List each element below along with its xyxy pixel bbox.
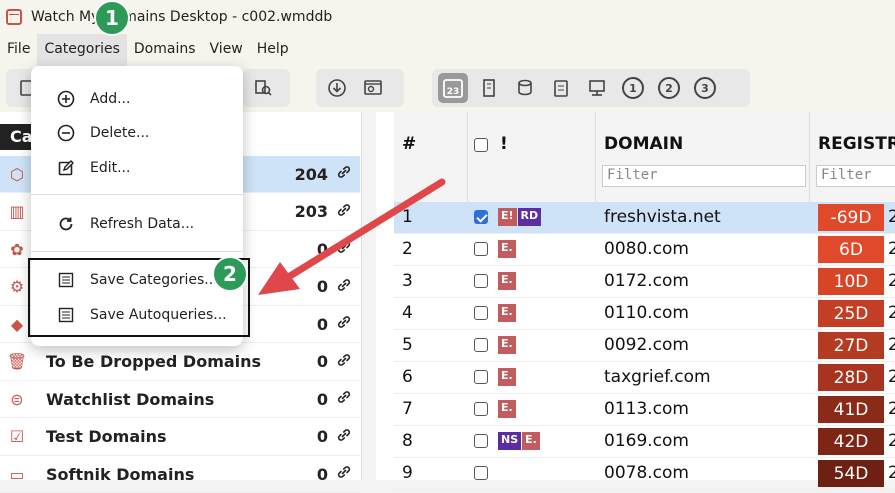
callout-2: 2	[212, 256, 248, 292]
annotation-arrow	[258, 178, 446, 295]
callout-1: 1	[94, 0, 130, 36]
